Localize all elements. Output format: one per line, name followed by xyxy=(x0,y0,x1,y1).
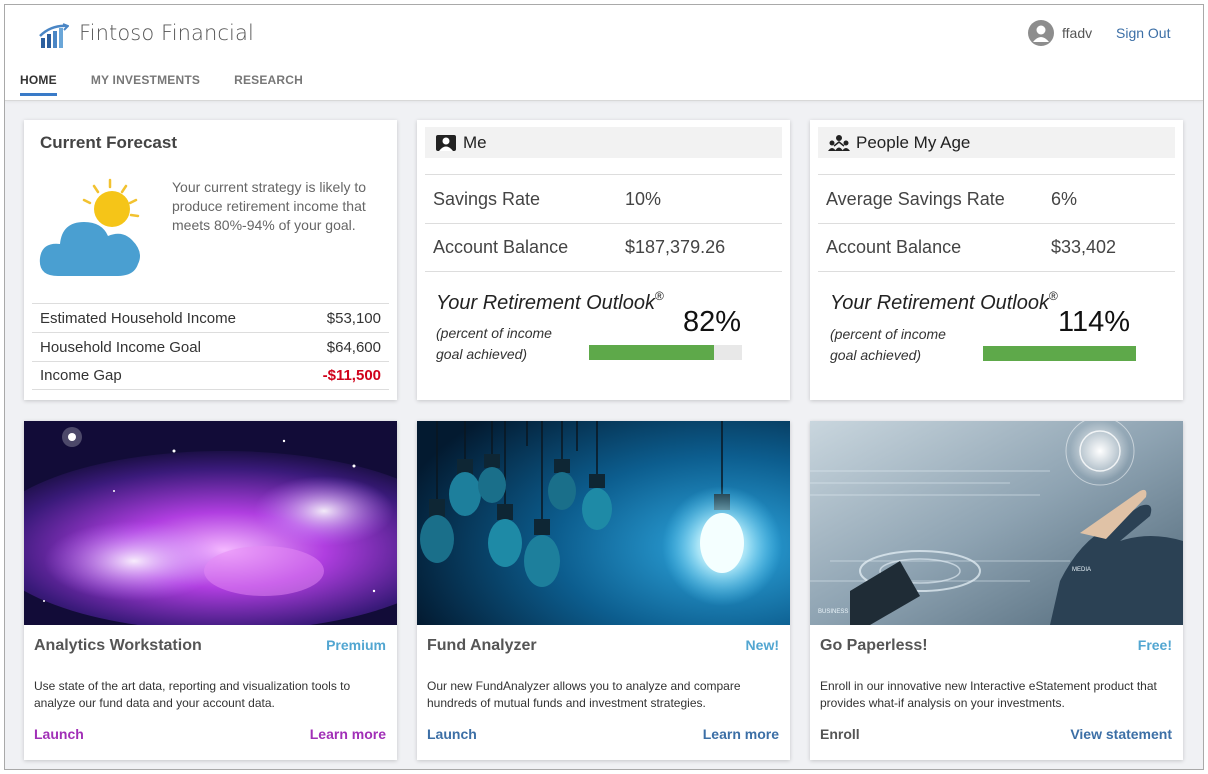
feature-title: Fund Analyzer xyxy=(427,637,537,654)
partly-cloudy-icon xyxy=(39,178,140,276)
username: ffadv xyxy=(1062,25,1093,41)
progress-fill xyxy=(983,346,1136,361)
learn-more-link[interactable]: Learn more xyxy=(703,726,779,742)
brand-name: Fintoso Financial xyxy=(79,21,254,45)
stat-label: Account Balance xyxy=(433,237,569,257)
image-text-media: MEDIA xyxy=(1072,567,1091,573)
outlook-subtitle: (percent of income goal achieved) xyxy=(436,325,552,362)
feature-description: Enroll in our innovative new Interactive… xyxy=(820,679,1157,710)
analytics-workstation-card: Analytics Workstation Premium Use state … xyxy=(24,421,397,760)
tab-research[interactable]: RESEARCH xyxy=(234,73,303,96)
income-gap-value: -$11,500 xyxy=(322,367,381,384)
outlook-subtitle: (percent of income goal achieved) xyxy=(830,326,946,363)
launch-link[interactable]: Launch xyxy=(34,726,84,742)
bar-chart-logo-icon xyxy=(39,23,69,48)
feature-badge: Free! xyxy=(1137,637,1172,653)
stat-value: $33,402 xyxy=(1051,237,1117,257)
stat-label: Account Balance xyxy=(826,237,962,257)
image-text-business: BUSINESS xyxy=(818,609,848,615)
galaxy-nebula-image xyxy=(24,421,397,625)
forecast-title: Current Forecast xyxy=(40,133,177,152)
current-forecast-card: Current Forecast Your current strategy i… xyxy=(24,120,397,400)
stat-value: 10% xyxy=(625,188,662,209)
table-row: Average Savings Rate 6% xyxy=(818,174,1175,223)
people-my-age-card: People My Age Average Savings Rate 6% Ac… xyxy=(810,120,1183,400)
learn-more-link[interactable]: Learn more xyxy=(310,726,386,742)
outlook-title: Your Retirement Outlook® xyxy=(436,289,664,314)
launch-link[interactable]: Launch xyxy=(427,726,477,742)
person-card-icon xyxy=(436,134,456,151)
app-header: Fintoso Financial ffadv Sign Out HOME MY… xyxy=(5,5,1203,101)
touchscreen-business-image: MEDIA BUSINESS xyxy=(810,421,1183,625)
outlook-percent: 82% xyxy=(683,306,742,338)
feature-badge: New! xyxy=(745,637,779,653)
row-label: Income Gap xyxy=(40,367,122,384)
app-frame: Fintoso Financial ffadv Sign Out HOME MY… xyxy=(4,4,1204,770)
stat-value: 6% xyxy=(1051,188,1078,209)
light-bulbs-image xyxy=(417,421,790,625)
forecast-table: Estimated Household Income $53,100 House… xyxy=(32,303,389,390)
tab-home[interactable]: HOME xyxy=(20,73,57,96)
tab-my-investments[interactable]: MY INVESTMENTS xyxy=(91,73,200,96)
row-value: $64,600 xyxy=(326,338,381,356)
peers-header: People My Age xyxy=(818,127,1175,158)
table-row: Estimated Household Income $53,100 xyxy=(32,303,389,332)
feature-title: Go Paperless! xyxy=(820,637,928,654)
people-group-icon xyxy=(828,134,850,151)
fund-analyzer-card: Fund Analyzer New! Our new FundAnalyzer … xyxy=(417,421,790,760)
stat-label: Savings Rate xyxy=(433,188,541,209)
peers-title: People My Age xyxy=(856,132,971,152)
user-avatar-icon[interactable] xyxy=(1028,20,1054,46)
view-statement-link[interactable]: View statement xyxy=(1070,726,1172,742)
me-card: Me Savings Rate 10% Account Balance $187… xyxy=(417,120,790,400)
me-header: Me xyxy=(425,127,782,158)
table-row: Account Balance $187,379.26 xyxy=(425,223,782,272)
feature-title: Analytics Workstation xyxy=(34,637,202,654)
row-value: $53,100 xyxy=(326,309,381,327)
feature-badge: Premium xyxy=(326,637,386,653)
enroll-link[interactable]: Enroll xyxy=(820,726,860,742)
me-title: Me xyxy=(463,132,487,152)
progress-fill xyxy=(589,345,715,360)
row-label: Estimated Household Income xyxy=(40,309,236,327)
feature-description: Our new FundAnalyzer allows you to analy… xyxy=(427,679,741,710)
table-row: Income Gap -$11,500 xyxy=(32,361,389,390)
outlook-title: Your Retirement Outlook® xyxy=(830,289,1058,314)
table-row: Account Balance $33,402 xyxy=(818,223,1175,272)
table-row: Household Income Goal $64,600 xyxy=(32,332,389,361)
outlook-progress-bar xyxy=(589,345,742,360)
go-paperless-card: MEDIA BUSINESS Go Paperless! Free! Enrol… xyxy=(810,421,1183,760)
stat-value: $187,379.26 xyxy=(625,237,726,257)
outlook-percent: 114% xyxy=(1058,306,1131,338)
row-label: Household Income Goal xyxy=(40,338,201,356)
feature-description: Use state of the art data, reporting and… xyxy=(34,679,351,710)
outlook-progress-bar xyxy=(983,346,1136,361)
peers-stats: Average Savings Rate 6% Account Balance … xyxy=(818,174,1175,272)
main-nav: HOME MY INVESTMENTS RESEARCH xyxy=(20,73,337,96)
stat-label: Average Savings Rate xyxy=(826,188,1005,209)
table-row: Savings Rate 10% xyxy=(425,174,782,223)
me-stats: Savings Rate 10% Account Balance $187,37… xyxy=(425,174,782,272)
forecast-summary: Your current strategy is likely to produ… xyxy=(172,179,367,233)
sign-out-link[interactable]: Sign Out xyxy=(1116,25,1170,41)
